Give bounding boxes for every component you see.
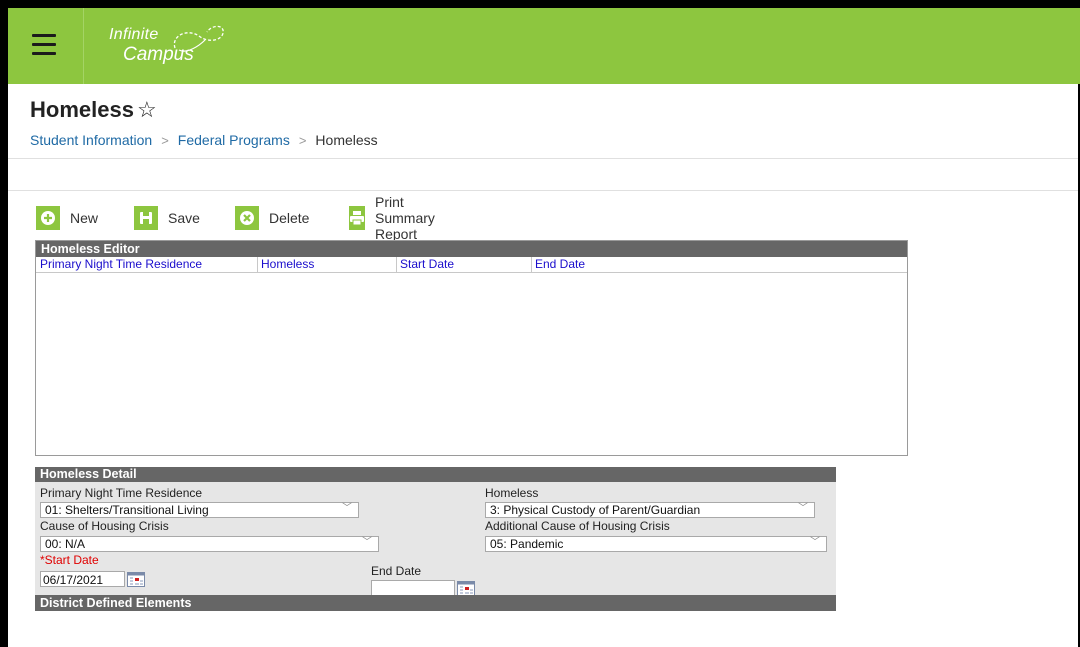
save-icon	[134, 206, 158, 230]
chevron-down-icon: ﹀	[342, 503, 352, 514]
start-date-input[interactable]: 06/17/2021	[40, 571, 125, 587]
page-title: Homeless	[30, 97, 134, 122]
column-primary-night-time-residence[interactable]: Primary Night Time Residence	[36, 257, 258, 272]
end-date-input[interactable]	[371, 580, 455, 596]
cause-value: 00: N/A	[45, 537, 86, 551]
chevron-down-icon: ﹀	[798, 503, 808, 514]
additional-cause-select[interactable]: 05: Pandemic ﹀	[485, 536, 827, 552]
homeless-label: Homeless	[485, 486, 539, 500]
cause-label: Cause of Housing Crisis	[40, 519, 169, 533]
detail-title: Homeless Detail	[35, 467, 836, 482]
homeless-editor-panel: Homeless Editor Primary Night Time Resid…	[35, 240, 908, 456]
editor-column-headers: Primary Night Time Residence Homeless St…	[36, 257, 907, 273]
primary-residence-label: Primary Night Time Residence	[40, 486, 203, 500]
column-end-date[interactable]: End Date	[531, 257, 615, 272]
chevron-right-icon: >	[161, 132, 169, 148]
divider	[8, 190, 1080, 191]
breadcrumb-current: Homeless	[315, 132, 378, 148]
save-button[interactable]: Save	[134, 204, 200, 232]
column-homeless[interactable]: Homeless	[257, 257, 397, 272]
plus-icon	[36, 206, 60, 230]
print-summary-report-button[interactable]: Print Summary Report	[349, 194, 443, 242]
additional-cause-label: Additional Cause of Housing Crisis	[485, 519, 670, 533]
delete-button[interactable]: Delete	[235, 204, 309, 232]
start-date-label: *Start Date	[40, 553, 99, 567]
new-button[interactable]: New	[36, 204, 98, 232]
chevron-right-icon: >	[298, 132, 307, 148]
campus-logo[interactable]: Infinite Campus	[109, 25, 249, 70]
breadcrumb-federal-programs[interactable]: Federal Programs	[178, 132, 290, 148]
new-label: New	[70, 210, 99, 226]
district-defined-elements-header[interactable]: District Defined Elements	[35, 595, 836, 611]
nav-divider	[83, 8, 84, 84]
delete-label: Delete	[269, 210, 310, 226]
breadcrumb: Student Information > Federal Programs >…	[30, 132, 378, 148]
calendar-icon[interactable]	[127, 572, 145, 587]
column-start-date[interactable]: Start Date	[396, 257, 532, 272]
logo-text-infinite: Infinite	[109, 26, 159, 43]
calendar-icon[interactable]	[457, 581, 475, 596]
homeless-value: 3: Physical Custody of Parent/Guardian	[490, 503, 701, 517]
primary-residence-value: 01: Shelters/Transitional Living	[45, 503, 209, 517]
print-icon	[349, 206, 365, 230]
print-label: Print Summary Report	[375, 194, 435, 242]
cause-select[interactable]: 00: N/A ﹀	[40, 536, 379, 552]
chevron-down-icon: ﹀	[362, 537, 372, 548]
delete-x-icon	[235, 206, 259, 230]
app-window: Infinite Campus Homeless ☆ Student Infor…	[8, 8, 1080, 647]
infinity-swirl-icon	[173, 25, 224, 52]
primary-residence-select[interactable]: 01: Shelters/Transitional Living ﹀	[40, 502, 359, 518]
star-outline-icon[interactable]: ☆	[137, 97, 157, 123]
homeless-detail-panel: Homeless Detail Primary Night Time Resid…	[35, 467, 836, 611]
top-nav-bar: Infinite Campus	[8, 8, 1080, 84]
homeless-select[interactable]: 3: Physical Custody of Parent/Guardian ﹀	[485, 502, 815, 518]
additional-cause-value: 05: Pandemic	[490, 537, 564, 551]
divider	[8, 158, 1080, 159]
menu-icon[interactable]	[32, 34, 56, 56]
end-date-label: End Date	[371, 564, 422, 578]
editor-rows-area	[36, 273, 907, 454]
chevron-down-icon: ﹀	[810, 537, 820, 548]
save-label: Save	[168, 210, 200, 226]
editor-title: Homeless Editor	[36, 241, 907, 257]
breadcrumb-student-information[interactable]: Student Information	[30, 132, 152, 148]
